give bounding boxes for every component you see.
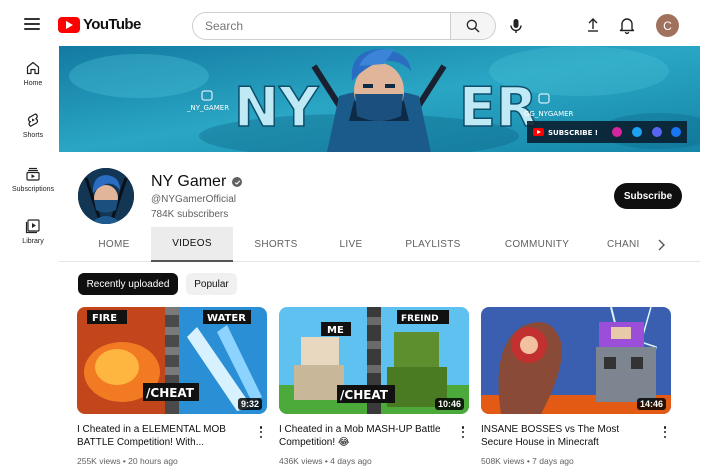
nav-item-home[interactable]: Home [8, 60, 58, 87]
banner-subscribe-text: SUBSCRIBE ! [548, 129, 598, 137]
tab-channels[interactable]: CHANI [607, 227, 647, 262]
youtube-logo-icon [58, 16, 80, 33]
more-options-icon[interactable] [457, 424, 469, 440]
video-card: ME FREIND /CHEAT 10:46 I Cheated in a Mo… [279, 307, 469, 466]
discord-icon [652, 127, 662, 137]
instagram-icon [612, 127, 622, 137]
nav-label-home: Home [23, 80, 43, 87]
nav-label-library: Library [22, 238, 44, 245]
video-title[interactable]: INSANE BOSSES vs The Most Secure House i… [481, 423, 653, 449]
channel-name-text: NY Gamer [151, 173, 227, 190]
video-thumbnail[interactable]: 14:46 [481, 307, 671, 414]
top-bar: YouTube C [0, 0, 708, 50]
search-button[interactable] [450, 12, 496, 40]
search-bar [192, 12, 496, 40]
banner-handle-right: GG_NYGAMER [524, 110, 574, 118]
more-options-icon[interactable] [659, 424, 671, 440]
video-card: 14:46 INSANE BOSSES vs The Most Secure H… [481, 307, 671, 466]
menu-icon[interactable] [24, 18, 40, 30]
nav-label-subscriptions: Subscriptions [11, 186, 55, 193]
banner-title-left: NY [234, 76, 319, 139]
channel-handle: @NYGamerOfficial [151, 194, 236, 205]
video-thumbnail[interactable]: FIRE WATER /CHEAT 9:32 [77, 307, 267, 414]
banner-title-right: ER [459, 76, 537, 139]
video-duration: 10:46 [434, 398, 464, 410]
thumb-text-me: ME [327, 325, 344, 336]
banner-art: NY ER _NY_GAMER GG_NYGAMER SUBSCRIBE ! [59, 46, 700, 152]
subscriptions-icon [26, 167, 40, 181]
microphone-icon[interactable] [506, 16, 526, 36]
channel-banner: NY ER _NY_GAMER GG_NYGAMER SUBSCRIBE ! [59, 46, 700, 152]
user-avatar[interactable]: C [656, 14, 679, 37]
youtube-logo[interactable]: YouTube [58, 16, 141, 33]
thumb-text-cheat: /CHEAT [340, 388, 389, 402]
video-duration: 14:46 [636, 398, 666, 410]
tab-playlists[interactable]: PLAYLISTS [393, 227, 473, 262]
verified-icon [232, 177, 243, 187]
subscribe-button[interactable]: Subscribe [614, 183, 682, 209]
nav-label-shorts: Shorts [22, 132, 44, 139]
video-meta: 508K views • 7 days ago [481, 456, 574, 466]
chip-recently-uploaded[interactable]: Recently uploaded [78, 273, 178, 295]
home-icon [26, 61, 40, 75]
video-meta: 255K views • 20 hours ago [77, 456, 178, 466]
tab-community[interactable]: COMMUNITY [491, 227, 583, 262]
video-title[interactable]: I Cheated in a ELEMENTAL MOB BATTLE Comp… [77, 423, 249, 449]
video-duration: 9:32 [237, 398, 262, 410]
thumb-text-fire: FIRE [92, 313, 117, 324]
subscriber-count: 784K subscribers [151, 209, 229, 220]
channel-avatar-art [78, 168, 134, 224]
bell-icon[interactable] [617, 15, 637, 35]
video-card: FIRE WATER /CHEAT 9:32 I Cheated in a EL… [77, 307, 267, 466]
video-title[interactable]: I Cheated in a Mob MASH-UP Battle Compet… [279, 423, 451, 449]
video-meta: 436K views • 4 days ago [279, 456, 372, 466]
chevron-right-icon[interactable] [652, 236, 670, 254]
more-options-icon[interactable] [255, 424, 267, 440]
search-icon [466, 19, 480, 33]
tab-live[interactable]: LIVE [327, 227, 375, 262]
banner-handle-left: _NY_GAMER [186, 104, 229, 112]
upload-icon[interactable] [583, 15, 603, 35]
nav-item-shorts[interactable]: Shorts [8, 112, 58, 139]
tab-videos[interactable]: VIDEOS [151, 227, 233, 262]
thumb-text-freind: FREIND [401, 314, 439, 324]
library-icon [25, 219, 40, 234]
logo-text: YouTube [83, 16, 141, 33]
tab-shorts[interactable]: SHORTS [243, 227, 309, 262]
channel-avatar[interactable] [78, 168, 134, 224]
chip-popular[interactable]: Popular [186, 273, 237, 295]
thumb-text-cheat: /CHEAT [146, 386, 195, 400]
twitter-icon [632, 127, 642, 137]
shorts-icon [27, 113, 39, 127]
video-thumbnail[interactable]: ME FREIND /CHEAT 10:46 [279, 307, 469, 414]
nav-item-library[interactable]: Library [8, 218, 58, 245]
channel-tabs: HOME VIDEOS SHORTS LIVE PLAYLISTS COMMUN… [59, 227, 700, 262]
tab-home[interactable]: HOME [83, 227, 145, 262]
search-input[interactable] [192, 12, 450, 40]
channel-name: NY Gamer [151, 173, 243, 191]
facebook-icon [671, 127, 681, 137]
thumb-text-water: WATER [207, 313, 246, 324]
nav-item-subscriptions[interactable]: Subscriptions [8, 166, 58, 193]
